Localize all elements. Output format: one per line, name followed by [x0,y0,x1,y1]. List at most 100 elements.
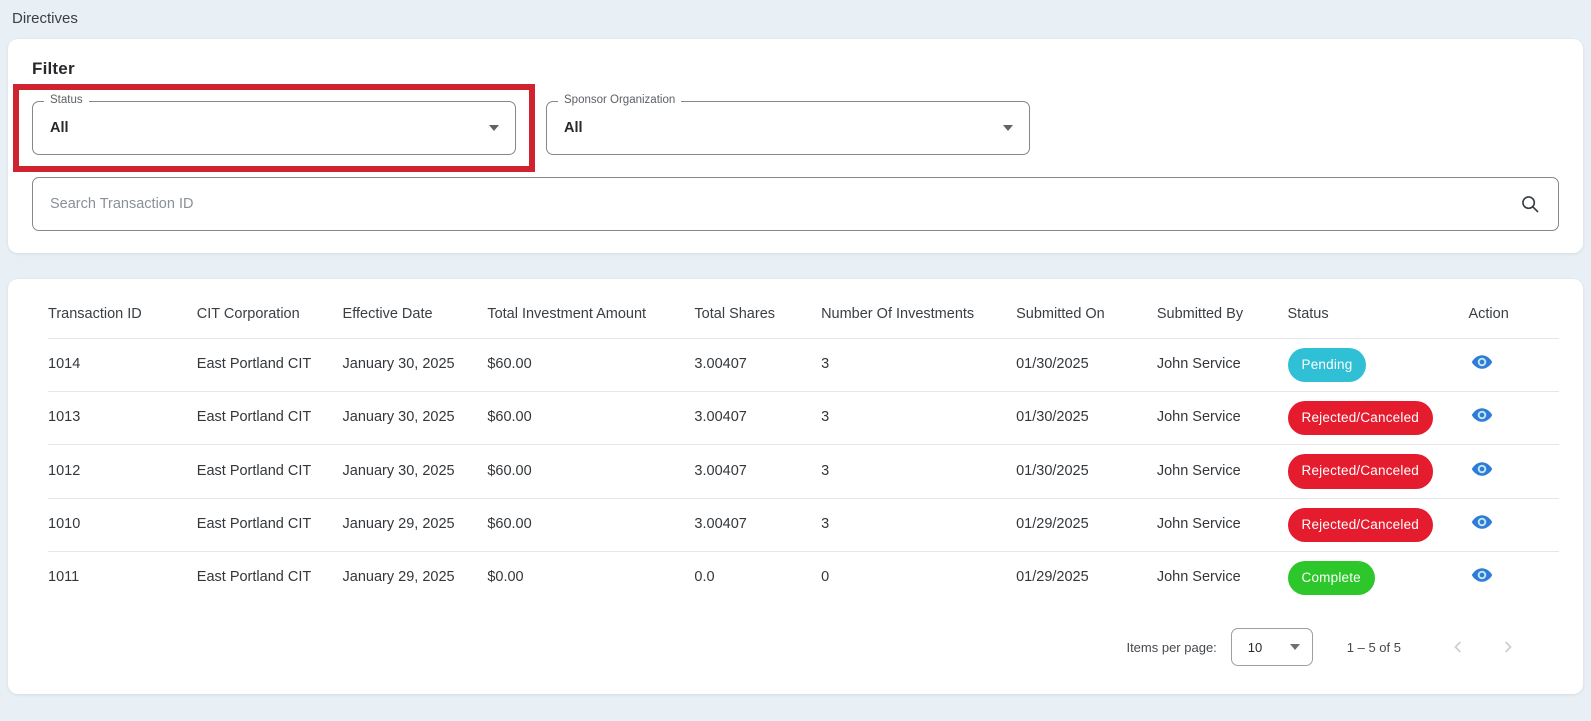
cell-submitted_on: 01/30/2025 [1016,391,1157,445]
page-title: Directives [12,10,78,27]
table-row: 1012 East Portland CIT January 30, 2025 $60… [48,444,1559,499]
chevron-down-icon [489,125,499,131]
cell-number_of_investments: 3 [821,391,1017,445]
status-badge: Rejected/Canceled [1287,507,1433,542]
cell-submitted_by: John Service [1156,550,1288,605]
column-header-submitted_on: Submitted On [1016,306,1105,322]
cell-effective_date: January 30, 2025 [342,444,488,499]
column-header-status: Status [1287,306,1329,322]
cell-transaction_id: 1011 [48,550,197,605]
cell-cit_corporation: East Portland CIT [196,550,343,605]
view-details-eye-icon[interactable] [1468,348,1496,376]
cell-effective_date: January 29, 2025 [342,550,488,605]
items-per-page-value: 10 [1247,639,1263,655]
column-header-total_investment_amount: Total Investment Amount [487,306,647,322]
cell-total_shares: 3.00407 [694,391,822,445]
cell-cit_corporation: East Portland CIT [196,391,343,445]
filter-heading: Filter [32,59,75,78]
status-select-label: Status [44,94,89,106]
status-badge: Rejected/Canceled [1287,454,1433,489]
cell-transaction_id: 1013 [48,391,197,445]
status-badge: Complete [1287,560,1375,596]
cell-total_investment_amount: $60.00 [487,444,695,499]
table-row: 1010 East Portland CIT January 29, 2025 $60… [48,497,1559,552]
cell-total_investment_amount: $60.00 [487,391,695,445]
search-icon[interactable] [1515,189,1545,219]
cell-total_shares: 0.0 [694,550,822,605]
items-per-page-select[interactable]: 10 [1230,628,1313,667]
sponsor-organization-select-label: Sponsor Organization [558,94,682,106]
table-header-row: Transaction ID CIT Corporation Effective D… [48,291,1559,338]
view-details-eye-icon[interactable] [1468,455,1496,483]
next-page-button[interactable] [1499,638,1517,656]
cell-action [1468,497,1559,552]
table-row: 1013 East Portland CIT January 30, 2025 $60… [48,391,1559,445]
cell-total_shares: 3.00407 [694,444,822,499]
cell-number_of_investments: 3 [821,444,1017,499]
column-header-transaction_id: Transaction ID [48,306,142,322]
directives-page: Directives Filter Status All Sponsor Org… [0,0,1591,721]
cell-transaction_id: 1012 [48,444,197,499]
cell-submitted_by: John Service [1156,337,1288,392]
cell-submitted_by: John Service [1156,444,1288,499]
table-row: 1014 East Portland CIT January 30, 2025 $60… [48,337,1559,392]
status-filter-highlight: Status All [13,84,535,172]
chevron-down-icon [1289,644,1300,651]
cell-total_shares: 3.00407 [694,497,822,552]
cell-total_investment_amount: $0.00 [487,550,695,605]
status-select[interactable]: Status All [32,94,516,155]
cell-effective_date: January 30, 2025 [342,337,488,392]
column-header-cit_corporation: CIT Corporation [196,306,300,322]
cell-submitted_on: 01/30/2025 [1016,337,1157,392]
status-badge: Rejected/Canceled [1287,401,1433,436]
cell-cit_corporation: East Portland CIT [196,337,343,392]
search-field [32,177,1559,231]
cell-status: Rejected/Canceled [1287,391,1469,445]
cell-number_of_investments: 0 [821,550,1017,605]
cell-status: Pending [1287,337,1469,392]
cell-effective_date: January 30, 2025 [342,391,488,445]
sponsor-organization-select-value: All [564,120,583,136]
cell-cit_corporation: East Portland CIT [196,497,343,552]
chevron-down-icon [1003,125,1013,131]
cell-total_investment_amount: $60.00 [487,497,695,552]
cell-effective_date: January 29, 2025 [342,497,488,552]
items-per-page-label: Items per page: [1126,639,1217,655]
cell-cit_corporation: East Portland CIT [196,444,343,499]
cell-total_shares: 3.00407 [694,337,822,392]
view-details-eye-icon[interactable] [1468,508,1496,536]
status-select-value: All [50,120,69,136]
cell-status: Rejected/Canceled [1287,497,1469,552]
column-header-action: Action [1468,306,1509,322]
directives-table: Transaction ID CIT Corporation Effective D… [48,291,1559,605]
cell-number_of_investments: 3 [821,337,1017,392]
search-input[interactable] [32,177,1559,231]
cell-submitted_on: 01/29/2025 [1016,550,1157,605]
column-header-submitted_by: Submitted By [1156,306,1244,322]
cell-number_of_investments: 3 [821,497,1017,552]
cell-total_investment_amount: $60.00 [487,337,695,392]
cell-transaction_id: 1014 [48,337,197,392]
column-header-total_shares: Total Shares [694,306,776,322]
cell-action [1468,391,1559,445]
cell-action [1468,337,1559,392]
filter-card: Filter Status All Sponsor Organization A… [8,39,1583,253]
cell-status: Complete [1287,550,1469,605]
table-body: 1014 East Portland CIT January 30, 2025 $60… [48,337,1559,605]
column-header-number_of_investments: Number Of Investments [821,306,975,322]
cell-action [1468,444,1559,499]
cell-status: Rejected/Canceled [1287,444,1469,499]
table-row: 1011 East Portland CIT January 29, 2025 $0.… [48,550,1559,605]
paginator: Items per page: 10 1 – 5 of 5 [48,604,1559,670]
page-range-label: 1 – 5 of 5 [1346,639,1401,655]
column-header-effective_date: Effective Date [342,306,433,322]
cell-submitted_on: 01/30/2025 [1016,444,1157,499]
status-badge: Pending [1287,347,1367,383]
view-details-eye-icon[interactable] [1468,561,1496,589]
cell-submitted_by: John Service [1156,497,1288,552]
directives-table-card: Transaction ID CIT Corporation Effective D… [8,279,1583,695]
previous-page-button[interactable] [1449,638,1467,656]
view-details-eye-icon[interactable] [1468,401,1496,429]
sponsor-organization-select[interactable]: Sponsor Organization All [546,94,1030,155]
filter-row: Status All Sponsor Organization All [13,84,1559,172]
